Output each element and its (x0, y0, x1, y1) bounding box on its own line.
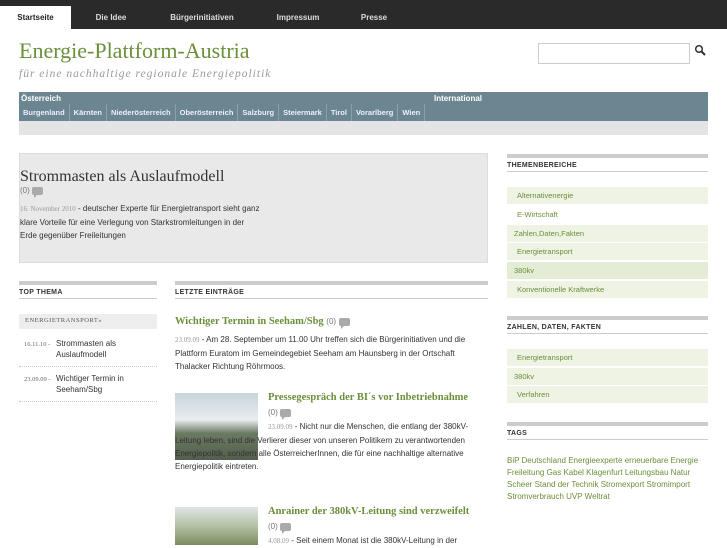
sub-navigation-bar (19, 121, 708, 135)
post-comment-count[interactable]: (0) (268, 408, 278, 417)
region-link-kaernten[interactable]: Kärnten (70, 104, 108, 121)
themen-item[interactable]: Zahlen,Daten,Fakten (507, 225, 708, 243)
featured-excerpt: 16. November 2010 - deutscher Experte fü… (20, 202, 260, 242)
region-navigation: Österreich International Burgenland Kärn… (19, 92, 708, 121)
list-item-title[interactable]: Strommasten als Auslaufmodell (56, 338, 156, 360)
themen-item[interactable]: Alternativenergie (507, 187, 708, 205)
themen-heading: THEMENBEREICHE (507, 154, 708, 172)
themen-item[interactable]: Energietransport (507, 243, 708, 261)
post-title: Anrainer der 380kV-Leitung sind verzweif… (268, 506, 469, 517)
list-item[interactable]: 16.11.10 - Strommasten als Auslaufmodell (19, 339, 157, 363)
region-link-niederoesterreich[interactable]: Niederösterreich (107, 104, 176, 121)
tab-presse[interactable]: Presse (348, 6, 400, 29)
site-subtitle: für eine nachhaltige regionale Energiepo… (19, 68, 272, 80)
list-item[interactable]: 23.09.09 - Wichtiger Termin in Seeham/Sb… (19, 374, 157, 398)
themen-item[interactable]: E-Wirtschaft (507, 206, 708, 224)
comment-icon (280, 408, 292, 420)
post-comments: (0) (268, 520, 292, 534)
list-item-date: 23.09.09 - (24, 376, 51, 383)
zdf-item[interactable]: Verfahren (507, 386, 708, 404)
themen-item[interactable]: Konventionelle Kraftwerke (507, 281, 708, 299)
post-date: 23.09.09 (268, 423, 293, 431)
comment-icon (32, 186, 44, 198)
tab-buergerinitiativen[interactable]: Bürgerinitiativen (158, 6, 246, 29)
zdf-item[interactable]: Energietransport (507, 349, 708, 367)
tags-heading: TAGS (507, 422, 708, 440)
post-date: 4.08.09 (268, 537, 289, 545)
latest-entries-heading: LETZTE EINTRÄGE (175, 281, 488, 299)
tag-cloud[interactable]: BiP Deutschland Energieexperte erneuerba… (507, 455, 708, 503)
top-thema-heading: TOP THEMA (19, 281, 157, 299)
region-link-vorarlberg[interactable]: Vorarlberg (352, 104, 399, 121)
post-date: 23.09.09 (175, 336, 200, 344)
tab-startseite[interactable]: Startseite (0, 6, 71, 29)
featured-date: 16. November 2010 (20, 205, 76, 213)
tab-die-idee[interactable]: Die Idee (80, 6, 142, 29)
post-excerpt: 23.09.09 - Nicht nur die Menschen, die e… (175, 420, 480, 473)
featured-title[interactable]: Strommasten als Auslaufmodell (20, 168, 224, 186)
comment-icon (280, 522, 292, 534)
list-item-title[interactable]: Wichtiger Termin in Seeham/Sbg (56, 373, 156, 395)
region-link-burgenland[interactable]: Burgenland (19, 104, 70, 121)
post-thumbnail[interactable] (175, 507, 258, 545)
site-title[interactable]: Energie-Plattform-Austria (19, 38, 250, 64)
post-title: Wichtiger Termin in Seeham/Sbg (0) (175, 316, 350, 329)
post-comments: (0) (268, 406, 292, 420)
zdf-heading: ZAHLEN, DATEN, FAKTEN (507, 316, 708, 334)
post-text: - Seit einem Monat ist die 380kV-Leitung… (291, 536, 458, 545)
search-input[interactable] (538, 43, 690, 64)
region-link-tirol[interactable]: Tirol (327, 104, 352, 121)
post-comment-count[interactable]: (0) (326, 317, 336, 326)
region-link-oberoesterreich[interactable]: Oberösterreich (176, 104, 239, 121)
top-navigation: Startseite Die Idee Bürgerinitiativen Im… (0, 0, 727, 29)
post-excerpt: 4.08.09 - Seit einem Monat ist die 380kV… (268, 534, 478, 548)
post-title-link[interactable]: Anrainer der 380kV-Leitung sind verzweif… (268, 506, 469, 517)
post-excerpt: 23.09.09 - Am 28. September um 11.00 Uhr… (175, 333, 475, 373)
region-link-steiermark[interactable]: Steiermark (279, 104, 327, 121)
post-title-link[interactable]: Wichtiger Termin in Seeham/Sbg (175, 316, 324, 327)
comment-icon (338, 317, 350, 329)
tab-impressum[interactable]: Impressum (264, 6, 332, 29)
themen-item[interactable]: 380kv (507, 262, 708, 280)
featured-article: Strommasten als Auslaufmodell (0) 16. No… (19, 153, 488, 263)
top-thema-category[interactable]: ENERGIETRANSPORT» (19, 314, 157, 329)
featured-meta: (0) (20, 186, 44, 198)
post-text: - Am 28. September um 11.00 Uhr treffen … (175, 335, 466, 371)
zdf-item[interactable]: 380kv (507, 368, 708, 386)
post-title-link[interactable]: Pressegespräch der BI´s vor Inbetriebnah… (268, 392, 468, 403)
region-link-wien[interactable]: Wien (398, 104, 426, 121)
post-title: Pressegespräch der BI´s vor Inbetriebnah… (268, 392, 468, 403)
list-item-date: 16.11.10 - (24, 341, 51, 348)
featured-comment-count[interactable]: (0) (20, 186, 30, 195)
region-link-salzburg[interactable]: Salzburg (238, 104, 280, 121)
region-heading-international[interactable]: International (434, 94, 482, 103)
post-text: - Nicht nur die Menschen, die entlang de… (175, 422, 469, 471)
region-links: Burgenland Kärnten Niederösterreich Ober… (19, 104, 426, 121)
post-comment-count[interactable]: (0) (268, 522, 278, 531)
region-heading-oesterreich[interactable]: Österreich (21, 94, 61, 103)
search-icon[interactable] (694, 44, 708, 58)
